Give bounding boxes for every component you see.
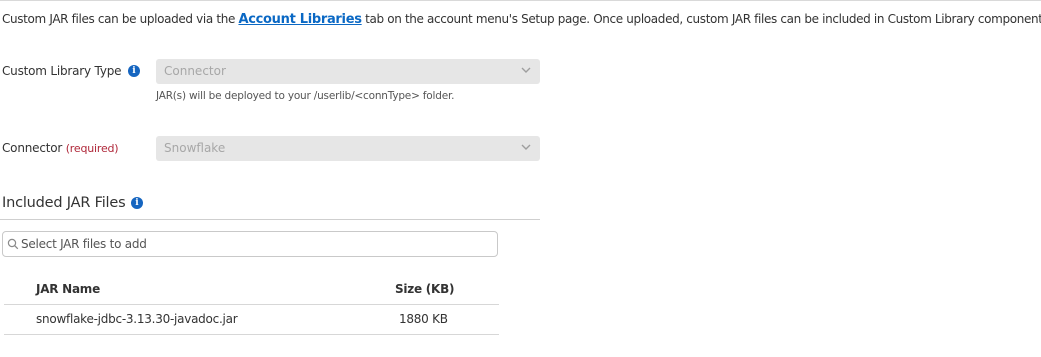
chevron-down-icon (521, 67, 531, 73)
search-icon (7, 238, 19, 250)
header-divider (4, 304, 499, 305)
info-icon[interactable]: i (131, 197, 143, 209)
info-icon[interactable]: i (128, 65, 140, 77)
jar-search-input[interactable] (21, 235, 481, 253)
jar-search-box[interactable] (2, 231, 498, 257)
intro-text: Custom JAR files can be uploaded via the… (2, 12, 1041, 27)
intro-text-end: tab on the account menu's Setup page. On… (361, 12, 1041, 26)
library-type-help-text: JAR(s) will be deployed to your /userlib… (156, 90, 455, 102)
jar-name-cell: snowflake-jdbc-3.13.30-javadoc.jar (36, 312, 238, 326)
account-libraries-link[interactable]: Account Libraries (238, 12, 362, 27)
row-divider (4, 334, 499, 335)
top-divider (0, 0, 1041, 1)
included-jar-files-title: Included JAR Files (2, 195, 126, 211)
custom-library-type-label: Custom Library Type (2, 64, 122, 78)
column-header-size[interactable]: Size (KB) (395, 282, 454, 296)
required-indicator: (required) (65, 142, 119, 155)
connector-value: Snowflake (164, 141, 226, 155)
intro-text-start: Custom JAR files can be uploaded via the (2, 12, 239, 26)
chevron-down-icon (521, 144, 531, 150)
jar-size-cell: 1880 KB (399, 312, 448, 326)
section-divider (0, 219, 540, 220)
column-header-jar-name[interactable]: JAR Name (36, 282, 100, 296)
connector-select[interactable]: Snowflake (156, 136, 540, 161)
custom-library-type-select[interactable]: Connector (156, 59, 540, 84)
custom-library-type-value: Connector (164, 64, 226, 78)
connector-label-text: Connector (2, 141, 63, 155)
connector-label: Connector (required) (2, 141, 119, 155)
